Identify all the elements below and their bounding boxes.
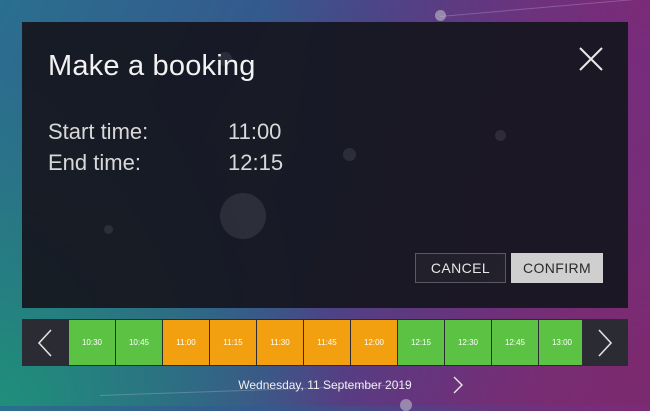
background-dot xyxy=(400,399,412,411)
start-time-label: Start time: xyxy=(48,119,149,144)
background-dot xyxy=(435,10,446,21)
time-slot[interactable]: 11:45 xyxy=(304,320,350,365)
time-slot[interactable]: 12:00 xyxy=(351,320,397,365)
time-slots: 10:30 10:45 11:00 11:15 11:30 11:45 12:00 12:15… xyxy=(69,320,586,365)
cancel-button[interactable]: CANCEL xyxy=(415,253,506,283)
date-bar: Wednesday, 11 September 2019 xyxy=(0,376,650,394)
time-slot[interactable]: 11:30 xyxy=(257,320,303,365)
time-slot[interactable]: 12:45 xyxy=(492,320,538,365)
start-time-value: 11:00 xyxy=(228,119,282,144)
time-slot[interactable]: 12:30 xyxy=(445,320,491,365)
next-slots-button[interactable] xyxy=(582,319,628,366)
decorative-dot xyxy=(104,225,113,234)
dialog-title: Make a booking xyxy=(48,50,256,82)
decorative-dot xyxy=(220,193,266,239)
close-icon xyxy=(579,47,603,71)
chevron-right-icon xyxy=(453,376,463,394)
date-label: Wednesday, 11 September 2019 xyxy=(238,378,412,392)
time-slot[interactable]: 11:15 xyxy=(210,320,256,365)
time-slot[interactable]: 12:15 xyxy=(398,320,444,365)
confirm-button[interactable]: CONFIRM xyxy=(511,253,603,283)
decorative-dot xyxy=(343,148,356,161)
next-day-button[interactable] xyxy=(450,376,464,394)
chevron-right-icon xyxy=(598,328,613,357)
close-button[interactable] xyxy=(578,46,604,72)
booking-dialog: Make a booking Start time: 11:00 End tim… xyxy=(22,22,628,308)
time-slot[interactable]: 10:30 xyxy=(69,320,115,365)
decorative-dot xyxy=(495,130,506,141)
previous-slots-button[interactable] xyxy=(22,319,68,366)
end-time-value: 12:15 xyxy=(228,150,284,175)
time-slot-bar: 10:30 10:45 11:00 11:15 11:30 11:45 12:00 12:15… xyxy=(22,319,628,366)
background-line xyxy=(440,0,650,17)
time-slot[interactable]: 11:00 xyxy=(163,320,209,365)
time-slot[interactable]: 13:00 xyxy=(539,320,585,365)
time-slot[interactable]: 10:45 xyxy=(116,320,162,365)
chevron-left-icon xyxy=(37,328,52,357)
end-time-label: End time: xyxy=(48,150,141,175)
